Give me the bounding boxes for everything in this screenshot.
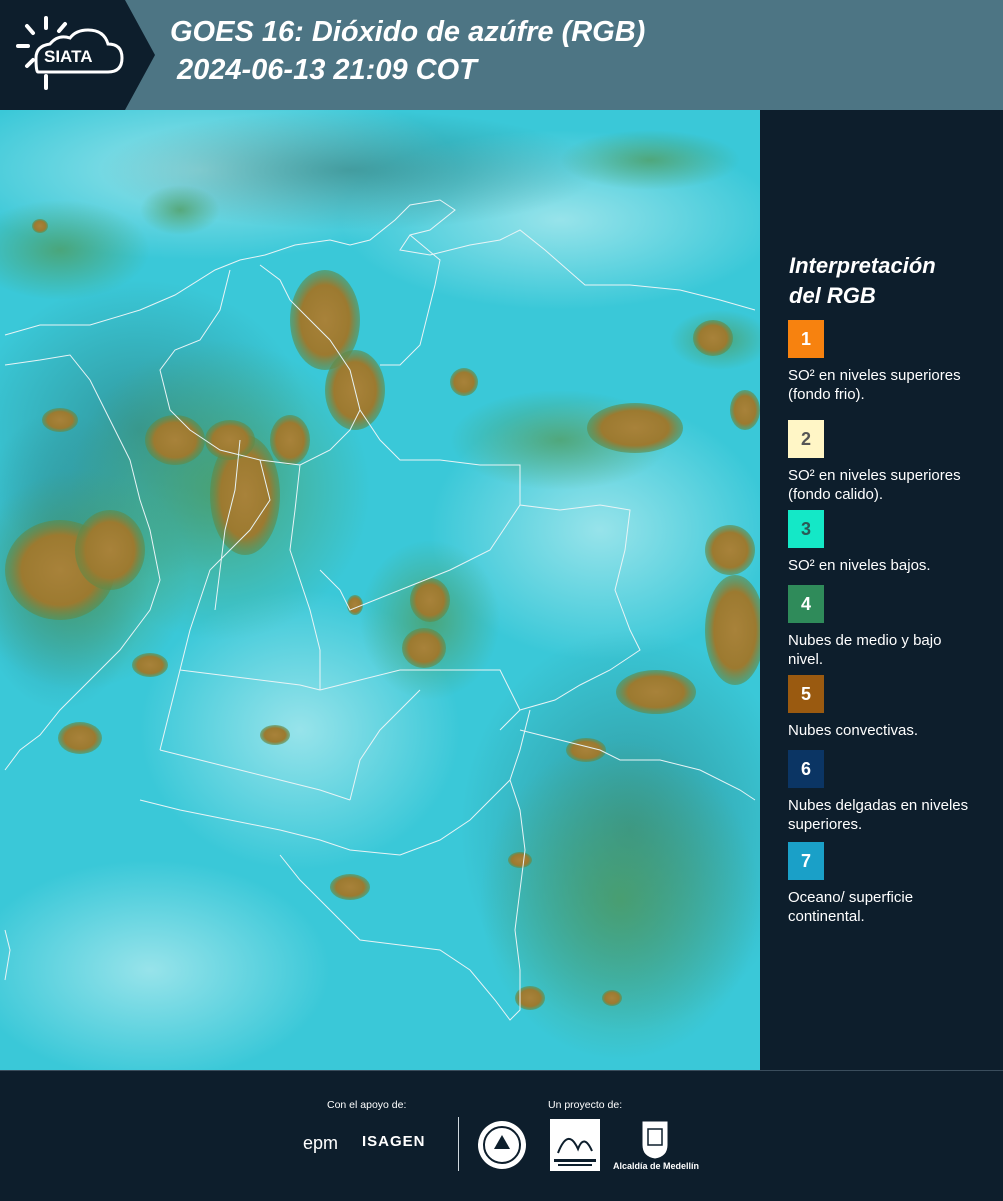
legend-item-6: 6 Nubes delgadas en niveles superiores.: [788, 750, 978, 834]
legend-title-line1: Interpretación: [789, 253, 936, 278]
legend-swatch-3: 3: [788, 510, 824, 548]
isagen-logo: ISAGEN: [362, 1133, 426, 1150]
legend-item-4: 4 Nubes de medio y bajo nivel.: [788, 585, 978, 669]
legend-text-3: SO² en niveles bajos.: [788, 557, 931, 574]
legend-swatch-5: 5: [788, 675, 824, 713]
legend-swatch-1: 1: [788, 320, 824, 358]
alcaldia-label: Alcaldía de Medellín: [613, 1161, 700, 1171]
legend-text-6: Nubes delgadas en niveles superiores.: [788, 797, 969, 833]
footer-divider: [458, 1117, 459, 1171]
legend-item-3: 3 SO² en niveles bajos.: [788, 510, 978, 575]
page-title: GOES 16: Dióxido de azúfre (RGB): [170, 16, 646, 48]
legend-item-1: 1 SO² en niveles superiores (fondo frio).: [788, 320, 978, 404]
legend-item-5: 5 Nubes convectivas.: [788, 675, 978, 740]
legend-text-7: Oceano/ superficie continental.: [788, 889, 914, 925]
legend-text-1: SO² en niveles superiores (fondo frio).: [788, 367, 961, 403]
legend-swatch-2: 2: [788, 420, 824, 458]
legend-swatch-4: 4: [788, 585, 824, 623]
image-datetime: 2024-06-13 21:09 COT: [177, 54, 477, 86]
legend-title-line2: del RGB: [789, 283, 876, 308]
support-label: Con el apoyo de:: [327, 1099, 407, 1111]
legend-text-4: Nubes de medio y bajo nivel.: [788, 632, 942, 668]
legend-panel: Interpretación del RGB 1 SO² en niveles s…: [760, 110, 1003, 1070]
legend-title: Interpretación del RGB: [789, 251, 936, 311]
legend-text-5: Nubes convectivas.: [788, 722, 919, 739]
logo-text: SIATA: [44, 47, 92, 66]
legend-swatch-6: 6: [788, 750, 824, 788]
project-label: Un proyecto de:: [548, 1099, 623, 1111]
satellite-map: [0, 110, 760, 1070]
legend-text-2: SO² en niveles superiores (fondo calido)…: [788, 467, 961, 503]
header-bar: SIATA GOES 16: Dióxido de azúfre (RGB) 2…: [0, 0, 1003, 110]
legend-item-2: 2 SO² en niveles superiores (fondo calido…: [788, 420, 978, 504]
siata-logo: SIATA: [0, 0, 155, 110]
legend-swatch-7: 7: [788, 842, 824, 880]
epm-logo: epm: [303, 1133, 339, 1153]
legend-item-7: 7 Oceano/ superficie continental.: [788, 842, 978, 926]
area-metropolitana-logo: [550, 1119, 600, 1171]
footer: Con el apoyo de: Un proyecto de: epm ISA…: [0, 1070, 1003, 1201]
alcaldia-shield-icon: [641, 1120, 669, 1160]
medellin-seal-icon: [478, 1121, 526, 1169]
